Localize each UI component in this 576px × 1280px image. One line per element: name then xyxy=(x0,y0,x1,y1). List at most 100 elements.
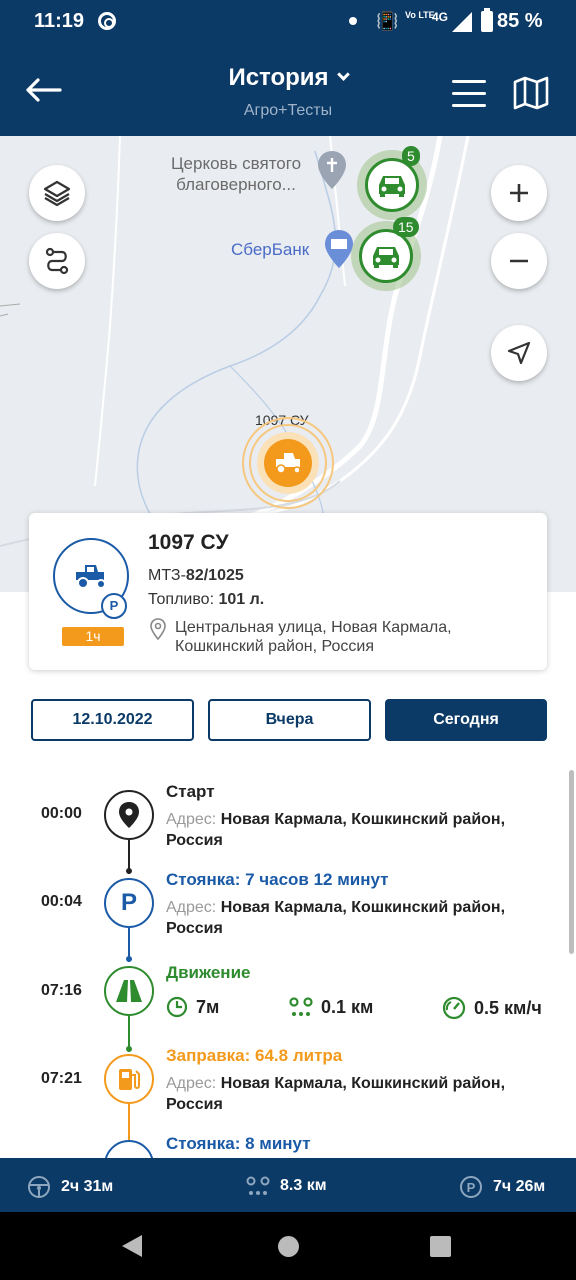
road-icon xyxy=(116,980,142,1002)
event-time: 00:04 xyxy=(41,893,82,910)
vehicle-cluster-2[interactable]: 15 xyxy=(351,217,421,291)
map-view-button[interactable] xyxy=(512,76,550,110)
address-label: Адрес: xyxy=(166,1075,221,1092)
event-time: 00:00 xyxy=(41,805,82,822)
title-dropdown[interactable]: История xyxy=(0,64,576,92)
event-title: Стоянка: 8 минут xyxy=(166,1134,311,1153)
summary-bar: 2ч 31м 8.3 км P 7ч 26м xyxy=(0,1158,576,1212)
vehicle-marker[interactable] xyxy=(241,416,335,510)
address-line-1: Новая Кармала, Кошкинский район, xyxy=(220,1075,506,1092)
tractor-icon xyxy=(76,565,106,589)
vehicle-card[interactable]: P 1ч 1097 СУ МТЗ-82/1025 Топливо: 101 л.… xyxy=(29,513,547,670)
map-icon xyxy=(513,76,549,110)
location-pin-icon xyxy=(150,618,166,640)
vehicle-address: Центральная улица, Новая Кармала, Кошкин… xyxy=(175,618,505,656)
app-bar: История Агро+Тесты xyxy=(0,44,576,136)
timeline-dot xyxy=(126,956,132,962)
cluster-count: 15 xyxy=(393,217,419,237)
bank-label: СберБанк xyxy=(231,240,310,259)
parking-badge: P xyxy=(101,593,127,619)
layers-icon xyxy=(43,180,71,207)
timeline-dot xyxy=(126,868,132,874)
address-label: Адрес: xyxy=(166,811,221,828)
menu-button[interactable] xyxy=(452,80,486,108)
timeline-connector xyxy=(128,1104,130,1140)
movement-duration: 7м xyxy=(166,996,219,1018)
total-distance: 8.3 км xyxy=(280,1177,327,1194)
status-bar: 11:19 📳 Vo LTE 4G 85 % xyxy=(0,0,576,44)
route-button[interactable] xyxy=(29,233,85,289)
layers-button[interactable] xyxy=(29,165,85,221)
minus-icon xyxy=(510,259,528,263)
parking-time: 7ч 26м xyxy=(493,1178,546,1195)
driving-time: 2ч 31м xyxy=(61,1178,114,1195)
page-title: История xyxy=(228,64,329,91)
tractor-marker-icon xyxy=(242,417,334,509)
parking-icon: P xyxy=(120,889,137,916)
parking-node xyxy=(104,1140,154,1158)
duration-badge: 1ч xyxy=(62,627,124,646)
vehicle-model: МТЗ-82/1025 xyxy=(148,567,244,585)
summary-driving: 2ч 31м xyxy=(27,1175,113,1199)
status-time: 11:19 xyxy=(34,10,85,32)
nav-back-icon[interactable] xyxy=(122,1235,142,1257)
car-icon xyxy=(373,247,399,268)
movement-distance: 0.1 км xyxy=(289,996,373,1018)
address-line-2: Кошкинский район, Россия xyxy=(175,638,374,655)
route-icon xyxy=(45,247,69,275)
refuel-node xyxy=(104,1054,154,1104)
summary-parking: P 7ч 26м xyxy=(459,1175,545,1199)
address-line-1: Новая Кармала, Кошкинский район, xyxy=(220,811,506,828)
navigation-arrow-icon xyxy=(507,341,531,365)
date-picker-button[interactable]: 12.10.2022 xyxy=(31,699,194,741)
today-button[interactable]: Сегодня xyxy=(385,699,547,741)
zoom-in-button[interactable] xyxy=(491,165,547,221)
timeline-scrollbar[interactable] xyxy=(569,770,574,954)
chevron-down-icon xyxy=(336,68,350,81)
notification-dot-icon xyxy=(349,17,357,25)
event-title: Стоянка: 7 часов 12 минут xyxy=(166,870,389,889)
battery-icon xyxy=(481,8,493,32)
parking-node: P xyxy=(104,878,154,928)
event-title: Движение xyxy=(166,963,251,982)
address-line-2: Россия xyxy=(166,920,223,937)
clock-icon xyxy=(166,996,188,1018)
start-node xyxy=(104,790,154,840)
network-type: 4G xyxy=(432,10,449,24)
my-location-button[interactable] xyxy=(491,325,547,381)
address-line-1: Новая Кармала, Кошкинский район, xyxy=(220,899,506,916)
nav-recents-icon[interactable] xyxy=(430,1236,451,1257)
cluster-count: 5 xyxy=(402,146,420,166)
yesterday-button[interactable]: Вчера xyxy=(208,699,371,741)
system-nav-bar xyxy=(0,1212,576,1280)
nav-home-icon[interactable] xyxy=(278,1236,299,1257)
address-line-2: Россия xyxy=(166,1096,223,1113)
history-timeline[interactable]: 00:00 Старт Адрес: Новая Кармала, Кошкин… xyxy=(0,770,576,1158)
address-line-1: Центральная улица, Новая Кармала, xyxy=(175,619,452,636)
battery-percent: 85 % xyxy=(497,10,543,32)
speedometer-icon xyxy=(442,996,466,1020)
car-icon xyxy=(379,176,405,197)
cast-icon xyxy=(98,12,116,30)
fuel-pump-icon xyxy=(119,1069,140,1090)
event-time: 07:21 xyxy=(41,1070,82,1087)
vehicle-name: 1097 СУ xyxy=(148,531,229,554)
fuel-label: Топливо: xyxy=(148,591,219,608)
vehicle-fuel: Топливо: 101 л. xyxy=(148,591,264,609)
signal-icon xyxy=(452,12,472,32)
plus-icon xyxy=(510,184,528,202)
distance-icon xyxy=(246,1176,270,1195)
duration-value: 7м xyxy=(196,996,220,1017)
address-label: Адрес: xyxy=(166,899,221,916)
zoom-out-button[interactable] xyxy=(491,233,547,289)
distance-icon xyxy=(289,997,313,1016)
event-title: Старт xyxy=(166,782,215,801)
event-title: Заправка: 64.8 литра xyxy=(166,1046,343,1065)
cluster-inner xyxy=(365,158,419,212)
address-line-2: Россия xyxy=(166,832,223,849)
distance-value: 0.1 км xyxy=(321,996,374,1017)
vehicle-cluster-1[interactable]: 5 xyxy=(357,146,427,220)
map-pin-icon xyxy=(119,802,139,828)
hamburger-line xyxy=(452,92,486,95)
volte-indicator: Vo LTE xyxy=(405,10,435,20)
